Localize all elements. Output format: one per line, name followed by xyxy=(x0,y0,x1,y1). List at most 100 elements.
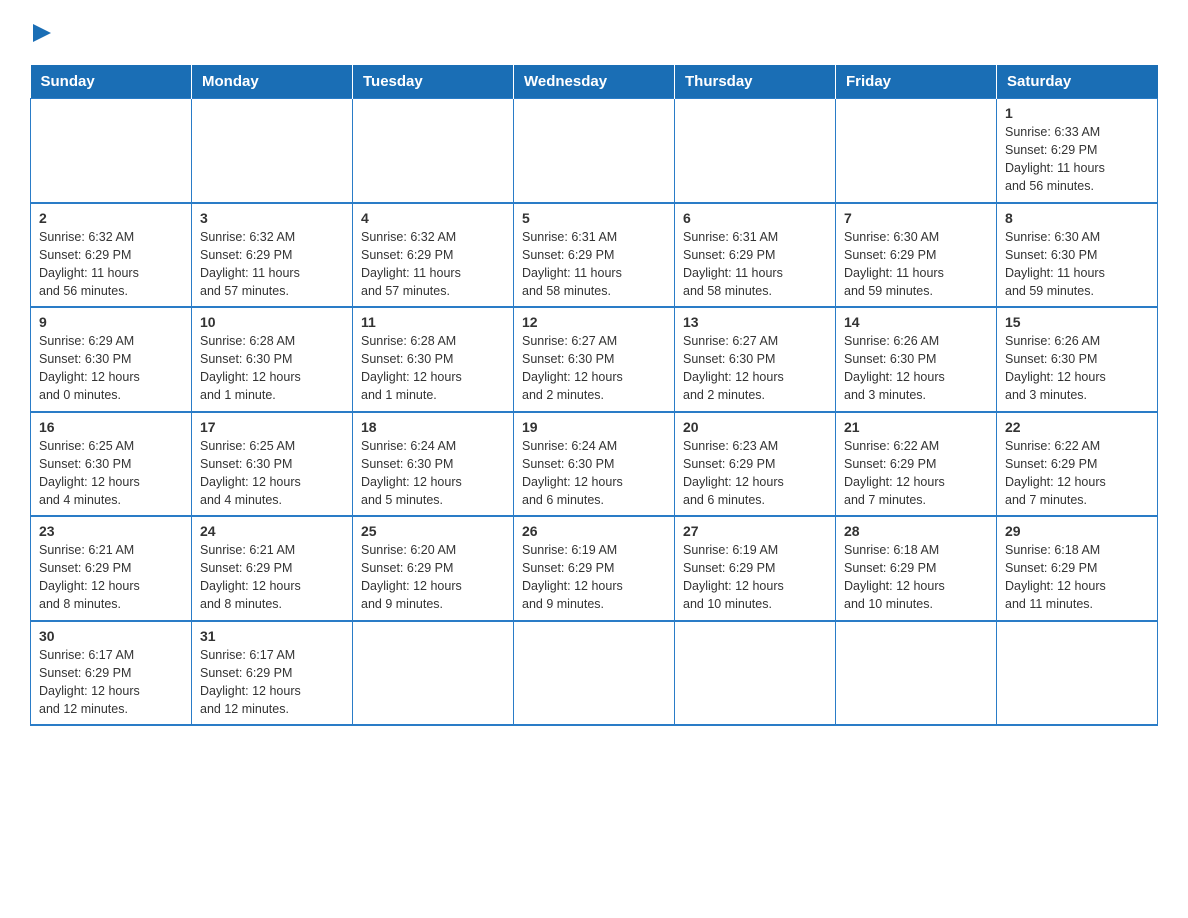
calendar-cell: 2Sunrise: 6:32 AM Sunset: 6:29 PM Daylig… xyxy=(31,203,192,308)
calendar-row: 2Sunrise: 6:32 AM Sunset: 6:29 PM Daylig… xyxy=(31,203,1158,308)
day-info: Sunrise: 6:23 AM Sunset: 6:29 PM Dayligh… xyxy=(683,437,827,510)
day-info: Sunrise: 6:32 AM Sunset: 6:29 PM Dayligh… xyxy=(39,228,183,301)
calendar-cell: 11 Sunrise: 6:28 AM Sunset: 6:30 PM Dayli… xyxy=(353,307,514,412)
calendar-cell: 3 Sunrise: 6:32 AM Sunset: 6:29 PM Daylig… xyxy=(192,203,353,308)
day-number: 11 xyxy=(361,314,505,330)
day-number: 1 xyxy=(1005,105,1149,121)
day-info: Sunrise: 6:17 AM Sunset: 6:29 PM Dayligh… xyxy=(39,646,183,719)
day-info: Sunrise: 6:27 AM Sunset: 6:30 PM Dayligh… xyxy=(522,332,666,405)
day-info: Sunrise: 6:32 AM Sunset: 6:29 PM Dayligh… xyxy=(200,228,344,301)
calendar-cell xyxy=(675,99,836,203)
calendar-cell xyxy=(836,99,997,203)
day-number: 29 xyxy=(1005,523,1149,539)
calendar-cell: 12 Sunrise: 6:27 AM Sunset: 6:30 PM Dayli… xyxy=(514,307,675,412)
calendar-row: 23 Sunrise: 6:21 AM Sunset: 6:29 PM Dayli… xyxy=(31,516,1158,621)
day-number: 19 xyxy=(522,419,666,435)
day-info: Sunrise: 6:20 AM Sunset: 6:29 PM Dayligh… xyxy=(361,541,505,614)
day-number: 24 xyxy=(200,523,344,539)
day-number: 25 xyxy=(361,523,505,539)
calendar-cell xyxy=(353,99,514,203)
weekday-header-tuesday: Tuesday xyxy=(353,65,514,99)
calendar-row: 9 Sunrise: 6:29 AM Sunset: 6:30 PM Daylig… xyxy=(31,307,1158,412)
logo-triangle-icon xyxy=(33,24,51,42)
day-info: Sunrise: 6:28 AM Sunset: 6:30 PM Dayligh… xyxy=(361,332,505,405)
weekday-header-wednesday: Wednesday xyxy=(514,65,675,99)
day-info: Sunrise: 6:28 AM Sunset: 6:30 PM Dayligh… xyxy=(200,332,344,405)
day-number: 22 xyxy=(1005,419,1149,435)
weekday-header-row: SundayMondayTuesdayWednesdayThursdayFrid… xyxy=(31,65,1158,99)
calendar-cell: 25 Sunrise: 6:20 AM Sunset: 6:29 PM Dayli… xyxy=(353,516,514,621)
calendar-cell: 26 Sunrise: 6:19 AM Sunset: 6:29 PM Dayli… xyxy=(514,516,675,621)
day-info: Sunrise: 6:33 AM Sunset: 6:29 PM Dayligh… xyxy=(1005,123,1149,196)
calendar-cell: 16 Sunrise: 6:25 AM Sunset: 6:30 PM Dayli… xyxy=(31,412,192,517)
calendar-row: 16 Sunrise: 6:25 AM Sunset: 6:30 PM Dayli… xyxy=(31,412,1158,517)
day-number: 18 xyxy=(361,419,505,435)
calendar-cell: 6 Sunrise: 6:31 AM Sunset: 6:29 PM Daylig… xyxy=(675,203,836,308)
calendar-cell xyxy=(675,621,836,726)
day-info: Sunrise: 6:19 AM Sunset: 6:29 PM Dayligh… xyxy=(683,541,827,614)
calendar-cell: 9 Sunrise: 6:29 AM Sunset: 6:30 PM Daylig… xyxy=(31,307,192,412)
calendar-cell: 29 Sunrise: 6:18 AM Sunset: 6:29 PM Dayli… xyxy=(997,516,1158,621)
calendar-cell: 14 Sunrise: 6:26 AM Sunset: 6:30 PM Dayli… xyxy=(836,307,997,412)
day-info: Sunrise: 6:22 AM Sunset: 6:29 PM Dayligh… xyxy=(844,437,988,510)
calendar-table: SundayMondayTuesdayWednesdayThursdayFrid… xyxy=(30,65,1158,726)
day-info: Sunrise: 6:24 AM Sunset: 6:30 PM Dayligh… xyxy=(522,437,666,510)
day-info: Sunrise: 6:21 AM Sunset: 6:29 PM Dayligh… xyxy=(200,541,344,614)
calendar-cell xyxy=(997,621,1158,726)
day-info: Sunrise: 6:19 AM Sunset: 6:29 PM Dayligh… xyxy=(522,541,666,614)
day-info: Sunrise: 6:26 AM Sunset: 6:30 PM Dayligh… xyxy=(1005,332,1149,405)
calendar-row: 1 Sunrise: 6:33 AM Sunset: 6:29 PM Daylig… xyxy=(31,99,1158,203)
day-info: Sunrise: 6:31 AM Sunset: 6:29 PM Dayligh… xyxy=(683,228,827,301)
logo xyxy=(30,24,51,49)
day-number: 9 xyxy=(39,314,183,330)
day-info: Sunrise: 6:21 AM Sunset: 6:29 PM Dayligh… xyxy=(39,541,183,614)
calendar-cell: 23 Sunrise: 6:21 AM Sunset: 6:29 PM Dayli… xyxy=(31,516,192,621)
day-number: 10 xyxy=(200,314,344,330)
calendar-cell: 7 Sunrise: 6:30 AM Sunset: 6:29 PM Daylig… xyxy=(836,203,997,308)
calendar-cell xyxy=(836,621,997,726)
calendar-cell xyxy=(514,621,675,726)
day-number: 21 xyxy=(844,419,988,435)
calendar-cell: 28 Sunrise: 6:18 AM Sunset: 6:29 PM Dayli… xyxy=(836,516,997,621)
day-info: Sunrise: 6:25 AM Sunset: 6:30 PM Dayligh… xyxy=(200,437,344,510)
day-number: 31 xyxy=(200,628,344,644)
calendar-cell: 17Sunrise: 6:25 AM Sunset: 6:30 PM Dayli… xyxy=(192,412,353,517)
weekday-header-monday: Monday xyxy=(192,65,353,99)
day-number: 26 xyxy=(522,523,666,539)
calendar-cell: 19 Sunrise: 6:24 AM Sunset: 6:30 PM Dayli… xyxy=(514,412,675,517)
day-info: Sunrise: 6:18 AM Sunset: 6:29 PM Dayligh… xyxy=(1005,541,1149,614)
day-info: Sunrise: 6:26 AM Sunset: 6:30 PM Dayligh… xyxy=(844,332,988,405)
day-info: Sunrise: 6:31 AM Sunset: 6:29 PM Dayligh… xyxy=(522,228,666,301)
day-info: Sunrise: 6:30 AM Sunset: 6:29 PM Dayligh… xyxy=(844,228,988,301)
day-number: 28 xyxy=(844,523,988,539)
day-number: 7 xyxy=(844,210,988,226)
day-number: 3 xyxy=(200,210,344,226)
day-number: 16 xyxy=(39,419,183,435)
day-number: 8 xyxy=(1005,210,1149,226)
calendar-cell: 10 Sunrise: 6:28 AM Sunset: 6:30 PM Dayli… xyxy=(192,307,353,412)
calendar-cell: 13Sunrise: 6:27 AM Sunset: 6:30 PM Dayli… xyxy=(675,307,836,412)
calendar-cell xyxy=(514,99,675,203)
calendar-cell: 27 Sunrise: 6:19 AM Sunset: 6:29 PM Dayli… xyxy=(675,516,836,621)
day-number: 20 xyxy=(683,419,827,435)
weekday-header-thursday: Thursday xyxy=(675,65,836,99)
day-info: Sunrise: 6:25 AM Sunset: 6:30 PM Dayligh… xyxy=(39,437,183,510)
day-info: Sunrise: 6:29 AM Sunset: 6:30 PM Dayligh… xyxy=(39,332,183,405)
calendar-cell: 30Sunrise: 6:17 AM Sunset: 6:29 PM Dayli… xyxy=(31,621,192,726)
page-header xyxy=(30,24,1158,49)
calendar-cell: 15Sunrise: 6:26 AM Sunset: 6:30 PM Dayli… xyxy=(997,307,1158,412)
day-number: 14 xyxy=(844,314,988,330)
day-info: Sunrise: 6:18 AM Sunset: 6:29 PM Dayligh… xyxy=(844,541,988,614)
day-number: 12 xyxy=(522,314,666,330)
day-info: Sunrise: 6:32 AM Sunset: 6:29 PM Dayligh… xyxy=(361,228,505,301)
day-info: Sunrise: 6:27 AM Sunset: 6:30 PM Dayligh… xyxy=(683,332,827,405)
weekday-header-saturday: Saturday xyxy=(997,65,1158,99)
day-number: 23 xyxy=(39,523,183,539)
calendar-cell: 8Sunrise: 6:30 AM Sunset: 6:30 PM Daylig… xyxy=(997,203,1158,308)
calendar-row: 30Sunrise: 6:17 AM Sunset: 6:29 PM Dayli… xyxy=(31,621,1158,726)
day-number: 27 xyxy=(683,523,827,539)
day-info: Sunrise: 6:17 AM Sunset: 6:29 PM Dayligh… xyxy=(200,646,344,719)
calendar-cell xyxy=(31,99,192,203)
day-number: 6 xyxy=(683,210,827,226)
calendar-cell: 5Sunrise: 6:31 AM Sunset: 6:29 PM Daylig… xyxy=(514,203,675,308)
